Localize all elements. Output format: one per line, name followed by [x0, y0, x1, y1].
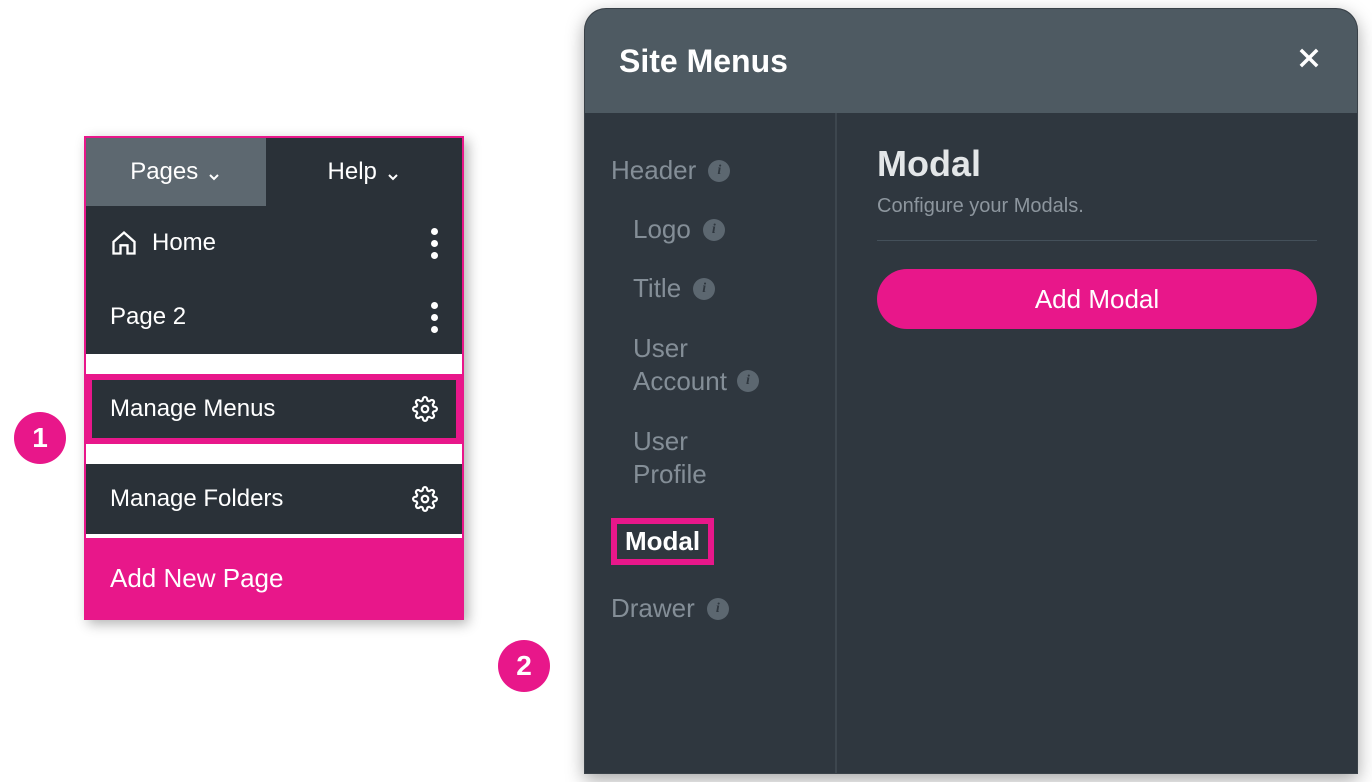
- callout-number: 1: [32, 422, 48, 454]
- page-item-home[interactable]: Home: [86, 206, 462, 280]
- modal-sidebar: Header i Logo i Title i User Account i: [585, 113, 837, 773]
- content-subtitle: Configure your Modals.: [877, 195, 1317, 218]
- add-new-page-button[interactable]: Add New Page: [86, 538, 462, 618]
- chevron-down-icon: [206, 164, 222, 180]
- divider: [86, 354, 462, 374]
- sidebar-item-user-profile[interactable]: User Profile: [585, 411, 835, 504]
- manage-menus-row[interactable]: Manage Menus: [86, 374, 462, 444]
- divider: [86, 444, 462, 464]
- sidebar-item-title[interactable]: Title i: [585, 259, 835, 318]
- info-icon[interactable]: i: [693, 278, 715, 300]
- sidebar-item-label: Modal: [611, 518, 714, 565]
- manage-folders-row[interactable]: Manage Folders: [86, 464, 462, 534]
- manage-folders-label: Manage Folders: [110, 485, 283, 513]
- more-dots-icon[interactable]: [431, 302, 438, 333]
- tab-pages-label: Pages: [130, 158, 198, 186]
- info-icon[interactable]: i: [737, 370, 759, 392]
- home-icon: [110, 229, 138, 257]
- manage-menus-label: Manage Menus: [110, 395, 275, 423]
- tab-pages[interactable]: Pages: [86, 138, 266, 206]
- sidebar-item-header[interactable]: Header i: [585, 141, 835, 200]
- callout-badge-2: 2: [498, 640, 550, 692]
- content-title: Modal: [877, 143, 1317, 185]
- dropdown-tab-row: Pages Help: [86, 138, 462, 206]
- gear-icon: [412, 486, 438, 512]
- modal-header: Site Menus: [585, 9, 1357, 113]
- callout-number: 2: [516, 650, 532, 682]
- pages-dropdown-panel: Pages Help Home Page 2 Manage Menus: [84, 136, 464, 620]
- sidebar-item-label: Header: [611, 155, 696, 186]
- modal-body: Header i Logo i Title i User Account i: [585, 113, 1357, 773]
- tab-help-label: Help: [328, 158, 377, 186]
- page-item-label: Home: [152, 229, 216, 257]
- add-new-page-label: Add New Page: [110, 563, 283, 594]
- sidebar-item-label: Logo: [633, 214, 691, 245]
- add-modal-button[interactable]: Add Modal: [877, 269, 1317, 329]
- gear-icon: [412, 396, 438, 422]
- close-icon[interactable]: [1295, 44, 1323, 79]
- sidebar-item-logo[interactable]: Logo i: [585, 200, 835, 259]
- modal-content: Modal Configure your Modals. Add Modal: [837, 113, 1357, 773]
- sidebar-item-label: Title: [633, 273, 681, 304]
- page-item-page2[interactable]: Page 2: [86, 280, 462, 354]
- sidebar-item-label: Drawer: [611, 593, 695, 624]
- site-menus-modal: Site Menus Header i Logo i Title i User: [584, 8, 1358, 774]
- sidebar-item-label: User Account i: [633, 332, 759, 397]
- sidebar-item-label: User Profile: [633, 425, 707, 490]
- info-icon[interactable]: i: [703, 219, 725, 241]
- sidebar-item-modal[interactable]: Modal: [585, 504, 835, 579]
- sidebar-item-drawer[interactable]: Drawer i: [585, 579, 835, 638]
- info-icon[interactable]: i: [708, 160, 730, 182]
- sidebar-item-user-account[interactable]: User Account i: [585, 318, 835, 411]
- info-icon[interactable]: i: [707, 598, 729, 620]
- chevron-down-icon: [385, 164, 401, 180]
- page-item-label: Page 2: [110, 303, 186, 331]
- more-dots-icon[interactable]: [431, 228, 438, 259]
- tab-help[interactable]: Help: [266, 138, 462, 206]
- modal-title: Site Menus: [619, 43, 788, 80]
- callout-badge-1: 1: [14, 412, 66, 464]
- divider: [877, 240, 1317, 241]
